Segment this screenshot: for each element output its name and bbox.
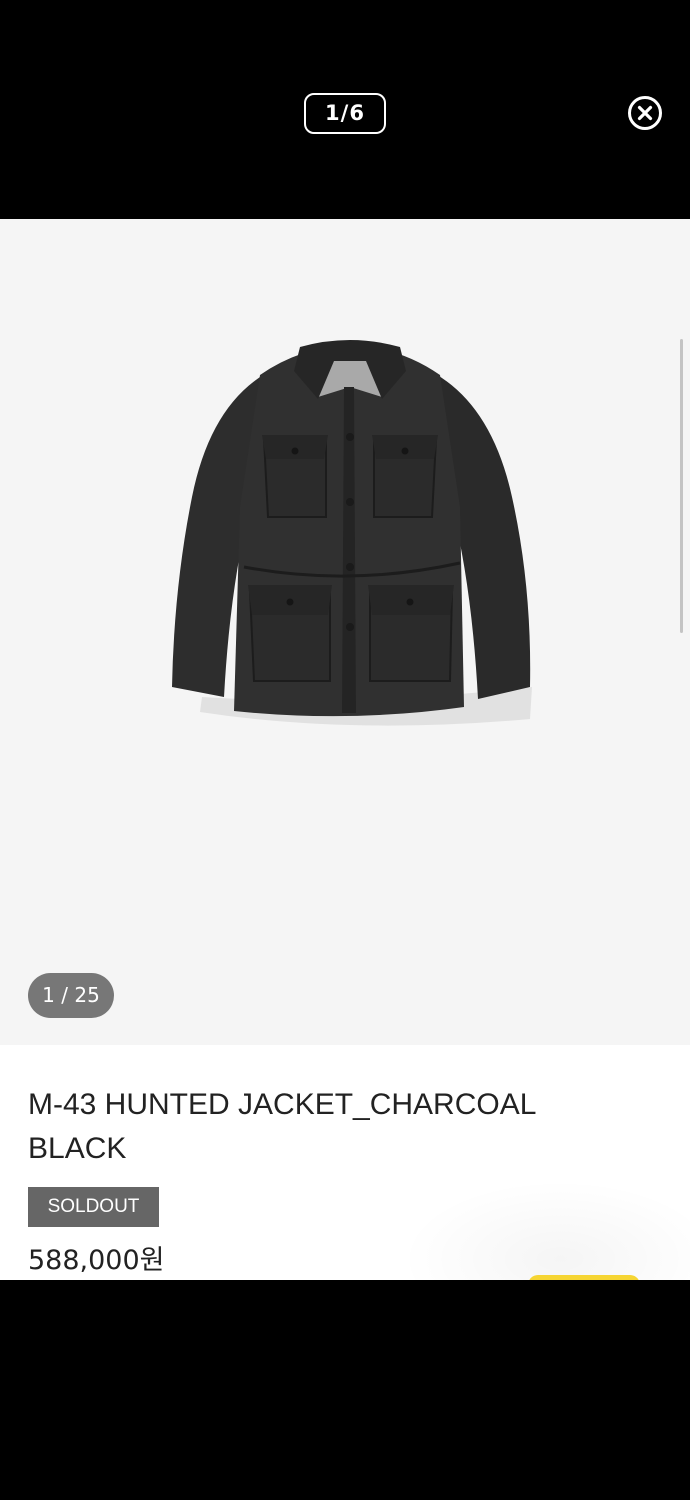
product-title: M-43 HUNTED JACKET_CHARCOAL BLACK <box>28 1088 536 1165</box>
scrollbar[interactable] <box>680 339 683 633</box>
status-badge: SOLDOUT <box>28 1187 159 1227</box>
product-gallery[interactable]: 1 / 25 <box>0 219 690 1045</box>
viewer-header: 1/6 <box>0 0 690 219</box>
page-counter: 1/6 <box>304 93 386 134</box>
floating-button-shadow <box>400 1179 690 1280</box>
bottom-bar <box>0 1280 690 1500</box>
gallery-counter: 1 / 25 <box>28 973 114 1018</box>
close-icon <box>628 96 662 130</box>
product-price: 588,000원 <box>28 1245 165 1276</box>
jacket-image <box>172 340 532 726</box>
close-button[interactable] <box>627 95 663 131</box>
product-content: 1 / 25 M-43 HUNTED JACKET_CHARCOAL BLACK… <box>0 219 690 1280</box>
